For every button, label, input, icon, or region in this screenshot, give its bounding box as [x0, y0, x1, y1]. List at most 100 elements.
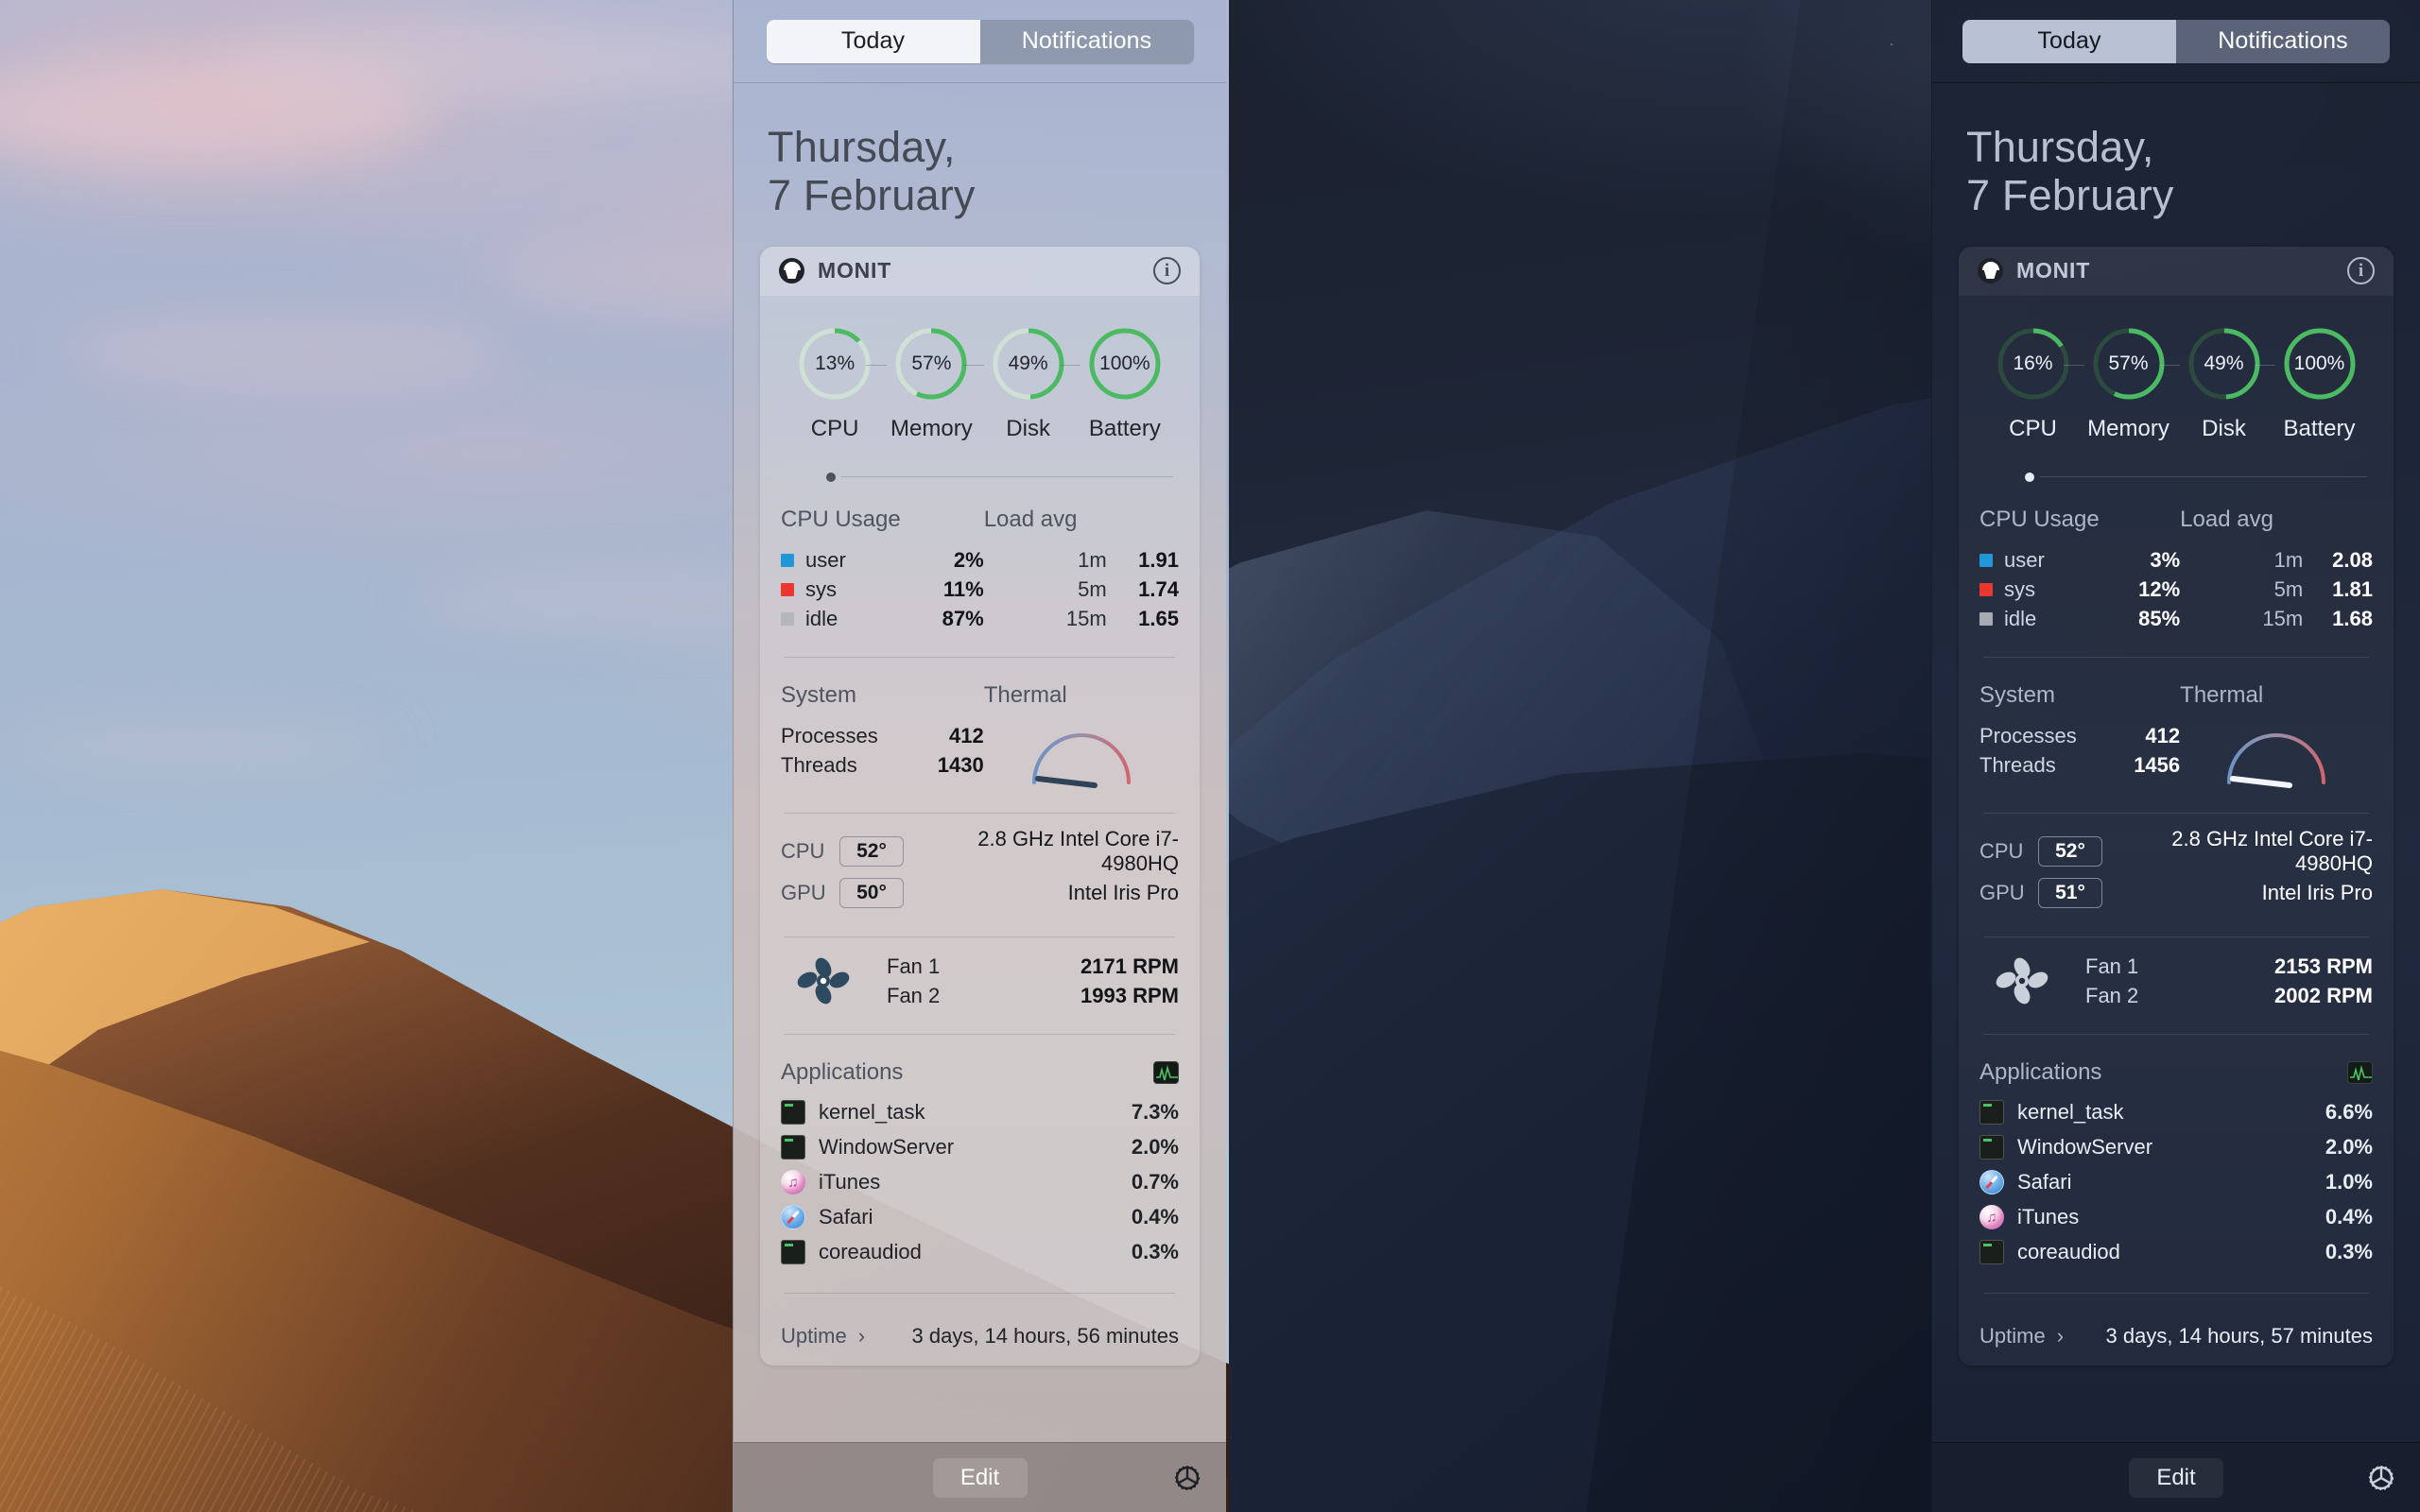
uptime-value-dark: 3 days, 14 hours, 57 minutes	[2105, 1323, 2374, 1348]
terminal-icon	[781, 1135, 805, 1160]
info-icon-light[interactable]: i	[1153, 257, 1181, 285]
ring-battery-dark: 100%	[2282, 326, 2358, 402]
cpu-load-headings-dark: CPU Usage Load avg	[1979, 507, 2373, 533]
nc-body-dark[interactable]: Thursday, 7 February MONIT i 16% CPU 57%…	[1932, 83, 2420, 1442]
segmented-control-dark[interactable]: Today Notifications	[1962, 19, 2390, 63]
gauge-cpu-dark[interactable]: 16% CPU	[1985, 326, 2081, 442]
cloud-3	[57, 312, 510, 387]
cpu-row-user-dark: user 3%	[1979, 546, 2180, 576]
gear-icon-light[interactable]	[1171, 1462, 1203, 1494]
activity-monitor-icon-dark[interactable]	[2347, 1060, 2373, 1084]
app-row-dark[interactable]: iTunes 0.4%	[1979, 1200, 2373, 1235]
chevron-right-icon-dark: ›	[2056, 1323, 2065, 1348]
gauge-battery-light[interactable]: 100% Battery	[1059, 326, 1173, 442]
cpu-row-idle-value-light: 87%	[942, 607, 984, 631]
thermal-heading-dark: Thermal	[2180, 681, 2264, 708]
pager-dot-active-light[interactable]	[826, 472, 836, 482]
app-row-light[interactable]: coreaudiod 0.3%	[781, 1235, 1179, 1270]
cloud-6	[0, 718, 397, 775]
cpu-row-idle-dark: idle 85%	[1979, 605, 2180, 634]
tab-notifications-dark[interactable]: Notifications	[2176, 19, 2390, 63]
app-pct-dark: 0.4%	[2325, 1205, 2373, 1229]
chip-gpu-temp-light: 50°	[839, 877, 904, 908]
system-heading-dark: System	[1979, 681, 2056, 708]
system-thermal-section-dark: System Thermal Processes 412 Threads 145…	[1979, 658, 2373, 790]
app-row-dark[interactable]: coreaudiod 0.3%	[1979, 1235, 2373, 1270]
terminal-icon	[1979, 1135, 2004, 1160]
tab-today-dark[interactable]: Today	[1962, 19, 2176, 63]
ring-battery-value-dark: 100%	[2293, 352, 2345, 374]
divider-3-light	[785, 936, 1175, 937]
chip-gpu-label-dark: GPU	[1979, 880, 2025, 904]
uptime-label-light: Uptime	[781, 1323, 847, 1348]
app-row-light[interactable]: WindowServer 2.0%	[781, 1130, 1179, 1165]
activity-monitor-icon-light[interactable]	[1153, 1060, 1179, 1084]
gauge-cpu-light[interactable]: 13% CPU	[786, 326, 883, 442]
chip-cpu-label-light: CPU	[781, 838, 825, 863]
gauge-battery-dark[interactable]: 100% Battery	[2255, 326, 2367, 442]
gauge-memory-dark[interactable]: 57% Memory	[2064, 326, 2176, 442]
fan-1-value-light: 2171 RPM	[1080, 954, 1179, 979]
fan-row-2-light: Fan 2 1993 RPM	[866, 982, 1179, 1011]
edit-button-light[interactable]: Edit	[932, 1457, 1028, 1498]
thermal-gauge-light	[984, 722, 1179, 790]
fan-1-label-dark: Fan 1	[2085, 954, 2139, 979]
cpu-usage-rows-dark: user 3% sys 12% idle 85%	[1979, 546, 2180, 634]
app-row-light[interactable]: kernel_task 7.3%	[781, 1095, 1179, 1130]
cpu-row-idle-name-light: idle	[805, 607, 838, 631]
cpu-load-rows-dark: user 3% sys 12% idle 85% 1m 2.08 5m 1.81…	[1979, 546, 2373, 634]
edit-button-dark[interactable]: Edit	[2129, 1457, 2223, 1498]
chip-row-cpu-light: CPU 52° 2.8 GHz Intel Core i7-4980HQ	[781, 827, 1179, 875]
gauge-disk-light[interactable]: 49% Disk	[962, 326, 1077, 442]
load-row-1m-name-light: 1m	[1078, 548, 1107, 573]
swatch-idle-icon-dark	[1979, 612, 1993, 627]
widget-pager-dark[interactable]	[1979, 448, 2373, 482]
cpu-load-rows-light: user 2% sys 11% idle 87% 1m 1.91 5m 1.74…	[781, 546, 1179, 634]
load-row-5m-value-dark: 1.81	[2332, 577, 2373, 602]
system-threads-label-dark: Threads	[1979, 753, 2056, 778]
load-row-1m-light: 1m 1.91	[984, 546, 1179, 576]
safari-icon	[1979, 1170, 2004, 1195]
chevron-right-icon-light: ›	[857, 1323, 866, 1348]
gear-icon-dark[interactable]	[2365, 1462, 2397, 1494]
app-row-dark[interactable]: kernel_task 6.6%	[1979, 1095, 2373, 1130]
load-row-1m-dark: 1m 2.08	[2180, 546, 2373, 576]
nc-body-light[interactable]: Thursday, 7 February MONIT i 13% CPU 57%…	[734, 83, 1226, 1442]
pager-line-dark	[2040, 476, 2367, 478]
chip-row-gpu-dark: GPU 51° Intel Iris Pro	[1979, 872, 2373, 914]
load-row-1m-value-light: 1.91	[1138, 548, 1179, 573]
app-row-dark[interactable]: Safari 1.0%	[1979, 1165, 2373, 1200]
load-row-5m-light: 5m 1.74	[984, 576, 1179, 605]
applications-list-dark: kernel_task 6.6% WindowServer 2.0% Safar…	[1979, 1095, 2373, 1270]
today-date-dark: Thursday, 7 February	[1959, 83, 2394, 247]
cpu-row-idle-name-dark: idle	[2004, 607, 2037, 631]
terminal-icon	[781, 1100, 805, 1125]
widget-pager-light[interactable]	[781, 448, 1179, 482]
app-row-light[interactable]: Safari 0.4%	[781, 1200, 1179, 1235]
app-row-dark[interactable]: WindowServer 2.0%	[1979, 1130, 2373, 1165]
notification-center-dark: Today Notifications Thursday, 7 February…	[1931, 0, 2420, 1512]
system-thermal-section-light: System Thermal Processes 412 Threads 143…	[781, 658, 1179, 790]
gauge-disk-dark[interactable]: 49% Disk	[2159, 326, 2272, 442]
date-weekday-dark: Thursday,	[1966, 123, 2154, 171]
ring-cpu-value-light: 13%	[815, 352, 856, 374]
uptime-row-light[interactable]: Uptime › 3 days, 14 hours, 56 minutes	[781, 1324, 1179, 1349]
chip-gpu-desc-dark: Intel Iris Pro	[2261, 880, 2373, 904]
thermal-heading-light: Thermal	[983, 681, 1067, 708]
app-row-light[interactable]: iTunes 0.7%	[781, 1165, 1179, 1200]
gauge-memory-light[interactable]: 57% Memory	[866, 326, 979, 442]
gauge-battery-label-light: Battery	[1088, 415, 1161, 441]
ring-memory-value-dark: 57%	[2108, 352, 2149, 374]
pager-dot-active-dark[interactable]	[2025, 472, 2034, 482]
fan-icon-dark	[1979, 957, 2065, 1006]
info-icon-dark[interactable]: i	[2347, 257, 2375, 285]
segmented-control-light[interactable]: Today Notifications	[766, 19, 1194, 63]
uptime-row-dark[interactable]: Uptime › 3 days, 14 hours, 57 minutes	[1979, 1324, 2373, 1349]
date-daymonth-dark: 7 February	[1966, 171, 2174, 220]
tab-today-light[interactable]: Today	[766, 19, 980, 63]
tab-notifications-light[interactable]: Notifications	[979, 19, 1194, 63]
app-pct-dark: 0.3%	[2325, 1240, 2373, 1264]
fan-2-value-dark: 2002 RPM	[2274, 984, 2373, 1008]
app-pct-light: 0.3%	[1131, 1240, 1179, 1264]
app-pct-light: 0.7%	[1131, 1170, 1179, 1194]
